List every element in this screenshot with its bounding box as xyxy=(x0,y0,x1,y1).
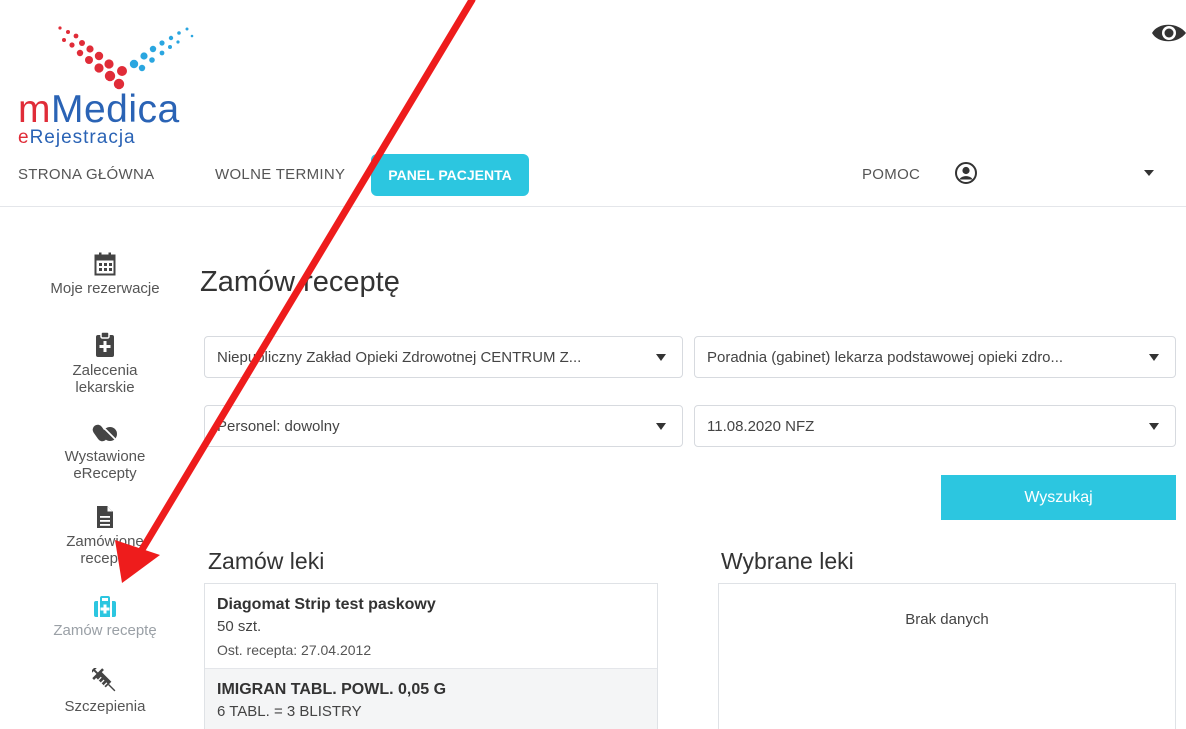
sidebar-item-order-recipe[interactable]: Zamów receptę xyxy=(30,596,180,639)
sidebar-item-reservations[interactable]: Moje rezerwacje xyxy=(30,252,180,297)
med-name: Diagomat Strip test paskowy xyxy=(217,596,436,613)
sidebar-label: Zalecenia xyxy=(72,362,138,379)
calendar-icon xyxy=(94,252,116,276)
chosen-meds-title: Wybrane leki xyxy=(721,548,854,574)
search-button[interactable]: Wyszukaj xyxy=(941,475,1176,520)
order-meds-title: Zamów leki xyxy=(208,548,325,574)
logo-brand-text: Medica xyxy=(51,88,180,131)
sidebar-label: Wystawione xyxy=(64,448,146,465)
clinic-select[interactable]: Poradnia (gabinet) lekarza podstawowej o… xyxy=(694,336,1176,378)
sidebar-label: Zamówione xyxy=(66,533,144,550)
sidebar-item-issued-erecipes[interactable]: Wystawione eRecepty xyxy=(30,422,180,482)
syringe-icon xyxy=(92,668,116,692)
facility-select[interactable]: Niepubliczny Zakład Opieki Zdrowotnej CE… xyxy=(204,336,683,378)
list-item[interactable]: IMIGRAN TABL. POWL. 0,05 G 6 TABL. = 3 B… xyxy=(205,669,657,729)
user-menu-caret-icon[interactable] xyxy=(1144,170,1154,176)
sidebar-label: eRecepty xyxy=(73,465,137,482)
nav-free-slots[interactable]: WOLNE TERMINY xyxy=(215,166,345,183)
med-quantity: 50 szt. xyxy=(217,618,262,635)
clinic-select-value: Poradnia (gabinet) lekarza podstawowej o… xyxy=(707,348,1064,366)
dropdown-arrow-icon xyxy=(1149,422,1159,430)
pills-icon xyxy=(92,424,117,442)
top-navigation: STRONA GŁÓWNA WOLNE TERMINY PANEL PACJEN… xyxy=(0,154,1186,207)
eye-icon[interactable] xyxy=(1150,18,1186,48)
empty-state-text: Brak danych xyxy=(905,611,989,628)
user-circle-icon[interactable] xyxy=(955,162,977,184)
nav-help[interactable]: POMOC xyxy=(862,166,920,183)
medkit-icon xyxy=(94,596,116,617)
list-item[interactable]: Diagomat Strip test paskowy 50 szt. Ost.… xyxy=(205,584,657,669)
document-icon xyxy=(97,506,113,528)
sidebar-label: Moje rezerwacje xyxy=(50,280,160,297)
order-meds-list: Diagomat Strip test paskowy 50 szt. Ost.… xyxy=(204,583,658,729)
date-select-value: 11.08.2020 NFZ xyxy=(707,417,815,435)
dropdown-arrow-icon xyxy=(656,353,666,361)
staff-select[interactable]: Personel: dowolny xyxy=(204,405,683,447)
sidebar-label: Zamów receptę xyxy=(53,622,157,639)
sidebar-item-vaccines[interactable]: Szczepienia xyxy=(30,668,180,715)
staff-select-value: Personel: dowolny xyxy=(217,417,340,435)
logo-sub-e: e xyxy=(18,127,30,148)
page-title: Zamów receptę xyxy=(200,266,400,298)
dropdown-arrow-icon xyxy=(1149,353,1159,361)
logo-sub-text: Rejestracja xyxy=(29,127,136,148)
dropdown-arrow-icon xyxy=(656,422,666,430)
nav-patient-panel[interactable]: PANEL PACJENTA xyxy=(371,154,529,196)
heart-dots-logo-icon xyxy=(58,26,194,90)
med-name: IMIGRAN TABL. POWL. 0,05 G xyxy=(217,681,447,698)
logo-brand-m: m xyxy=(18,88,51,131)
logo[interactable]: mMedica eRejestracja xyxy=(18,18,208,147)
nav-home[interactable]: STRONA GŁÓWNA xyxy=(18,166,154,183)
sidebar-label: recepty xyxy=(80,550,130,567)
med-quantity: 6 TABL. = 3 BLISTRY xyxy=(217,703,362,720)
med-last-recipe: Ost. recepta: 27.04.2012 xyxy=(217,642,372,658)
sidebar-item-ordered-recipes[interactable]: Zamówione recepty xyxy=(30,505,180,567)
chosen-meds-box: Brak danych xyxy=(718,583,1176,729)
sidebar-label: Szczepienia xyxy=(64,698,146,715)
date-select[interactable]: 11.08.2020 NFZ xyxy=(694,405,1176,447)
sidebar-label: lekarskie xyxy=(75,379,135,396)
facility-select-value: Niepubliczny Zakład Opieki Zdrowotnej CE… xyxy=(217,348,582,366)
clipboard-plus-icon xyxy=(96,332,114,357)
sidebar-item-recommendations[interactable]: Zalecenia lekarskie xyxy=(30,332,180,396)
